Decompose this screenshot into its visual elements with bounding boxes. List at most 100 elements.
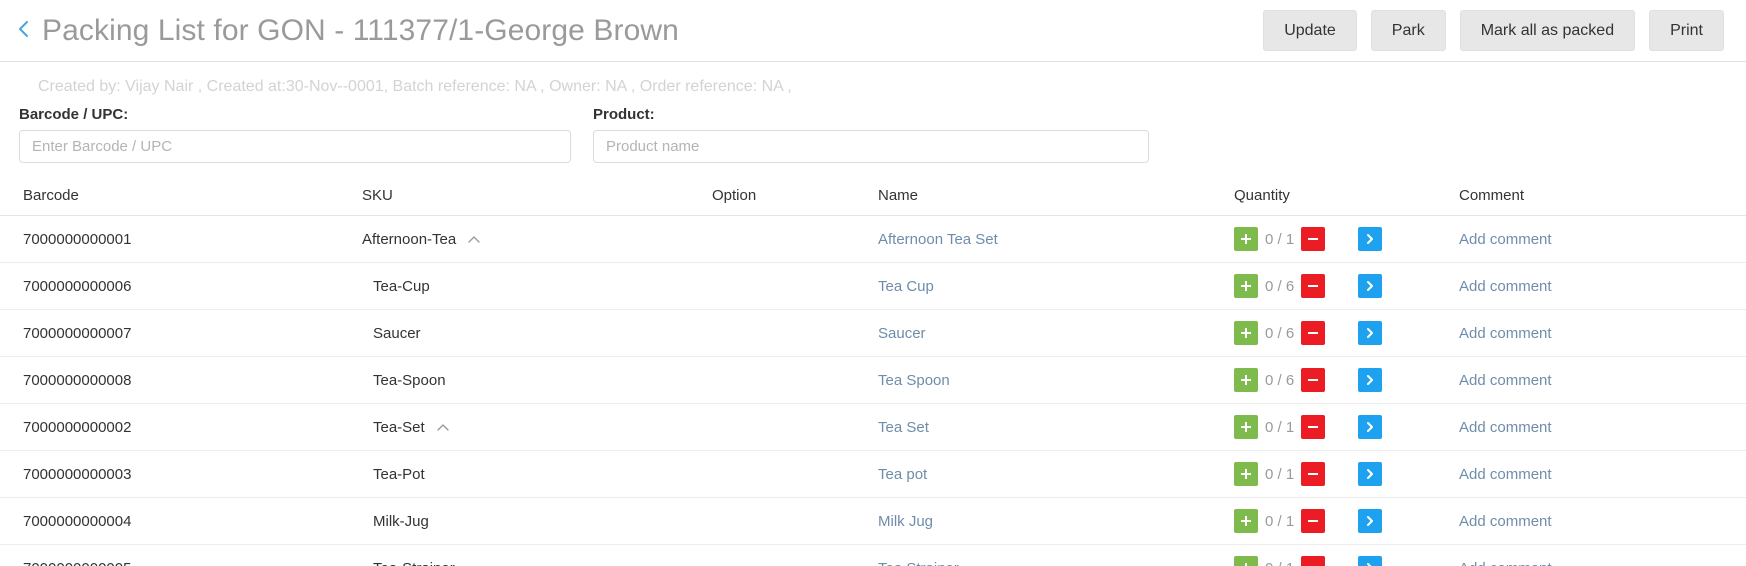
chevron-left-icon[interactable] — [12, 16, 34, 46]
product-name-link[interactable]: Tea Set — [878, 419, 929, 436]
chevron-up-icon[interactable] — [468, 232, 480, 246]
chevron-right-icon[interactable] — [1358, 321, 1383, 345]
column-header-option: Option — [712, 187, 878, 216]
park-button[interactable]: Park — [1370, 9, 1446, 52]
cell-barcode: 7000000000004 — [0, 497, 362, 545]
product-name-link[interactable]: Tea Strainer — [878, 560, 959, 566]
minus-icon[interactable] — [1301, 368, 1326, 392]
cell-sku: Tea-Cup — [362, 262, 712, 310]
chevron-right-icon[interactable] — [1358, 509, 1383, 533]
quantity-value: 0 / 1 — [1265, 230, 1295, 248]
sku-wrapper: Saucer — [362, 325, 712, 342]
product-name-link[interactable]: Saucer — [878, 325, 926, 342]
minus-icon[interactable] — [1301, 556, 1326, 566]
column-header-barcode: Barcode — [0, 187, 362, 216]
product-field-block: Product: — [593, 106, 1149, 163]
table-header-row: Barcode SKU Option Name Quantity Comment — [0, 187, 1746, 216]
add-comment-link[interactable]: Add comment — [1459, 231, 1552, 248]
cell-quantity: 0 / 6 — [1234, 309, 1459, 357]
table-row: 7000000000003 Tea-Pot Tea pot 0 / 1 Add comm… — [0, 450, 1746, 498]
sku-label: Tea-Spoon — [373, 371, 446, 389]
product-name-link[interactable]: Tea pot — [878, 466, 927, 483]
cell-sku: Afternoon-Tea — [362, 215, 712, 263]
plus-icon[interactable] — [1234, 509, 1258, 533]
cell-barcode: 7000000000008 — [0, 356, 362, 404]
table-row: 7000000000008 Tea-Spoon Tea Spoon 0 / 6 Add … — [0, 356, 1746, 404]
plus-icon[interactable] — [1234, 462, 1258, 486]
chevron-up-icon[interactable] — [437, 420, 449, 434]
cell-comment: Add comment — [1459, 356, 1746, 404]
sku-label: Tea-Set — [373, 418, 425, 436]
mark-all-as-packed-button[interactable]: Mark all as packed — [1459, 9, 1636, 52]
product-name-link[interactable]: Afternoon Tea Set — [878, 231, 998, 248]
packing-table-body: 7000000000001 Afternoon-Tea Afternoon Tea … — [0, 215, 1746, 566]
cell-option — [712, 544, 878, 566]
sku-wrapper: Tea-Set — [362, 419, 712, 436]
plus-icon[interactable] — [1234, 321, 1258, 345]
table-row: 7000000000005 Tea-Strainer Tea Strainer 0 /… — [0, 544, 1746, 566]
minus-icon[interactable] — [1301, 509, 1326, 533]
quantity-stepper: 0 / 1 — [1234, 462, 1459, 486]
minus-icon[interactable] — [1301, 274, 1326, 298]
column-header-name: Name — [878, 187, 1234, 216]
cell-sku: Tea-Pot — [362, 450, 712, 498]
add-comment-link[interactable]: Add comment — [1459, 278, 1552, 295]
add-comment-link[interactable]: Add comment — [1459, 372, 1552, 389]
sku-wrapper: Afternoon-Tea — [362, 231, 712, 248]
cell-name: Milk Jug — [878, 497, 1234, 545]
cell-name: Saucer — [878, 309, 1234, 357]
cell-option — [712, 403, 878, 451]
quantity-stepper: 0 / 6 — [1234, 321, 1459, 345]
table-row: 7000000000007 Saucer Saucer 0 / 6 Add commen… — [0, 309, 1746, 357]
sku-label: Saucer — [373, 324, 421, 342]
print-button[interactable]: Print — [1649, 9, 1724, 52]
sku-label: Tea-Cup — [373, 277, 430, 295]
cell-name: Tea Cup — [878, 262, 1234, 310]
minus-icon[interactable] — [1301, 227, 1326, 251]
barcode-input[interactable] — [19, 130, 571, 163]
minus-icon[interactable] — [1301, 462, 1326, 486]
plus-icon[interactable] — [1234, 415, 1258, 439]
quantity-stepper: 0 / 1 — [1234, 556, 1459, 566]
column-header-quantity: Quantity — [1234, 187, 1459, 216]
chevron-right-icon[interactable] — [1358, 462, 1383, 486]
plus-icon[interactable] — [1234, 274, 1258, 298]
cell-barcode: 7000000000001 — [0, 215, 362, 263]
cell-barcode: 7000000000006 — [0, 262, 362, 310]
chevron-right-icon[interactable] — [1358, 556, 1383, 566]
product-label: Product: — [593, 106, 655, 123]
table-row: 7000000000004 Milk-Jug Milk Jug 0 / 1 Add co… — [0, 497, 1746, 545]
add-comment-link[interactable]: Add comment — [1459, 466, 1552, 483]
chevron-right-icon[interactable] — [1358, 274, 1383, 298]
minus-icon[interactable] — [1301, 321, 1326, 345]
barcode-field-block: Barcode / UPC: — [19, 106, 571, 163]
cell-name: Tea Strainer — [878, 544, 1234, 566]
chevron-right-icon[interactable] — [1358, 415, 1383, 439]
quantity-stepper: 0 / 6 — [1234, 274, 1459, 298]
chevron-right-icon[interactable] — [1358, 368, 1383, 392]
add-comment-link[interactable]: Add comment — [1459, 325, 1552, 342]
cell-option — [712, 450, 878, 498]
product-name-link[interactable]: Tea Spoon — [878, 372, 950, 389]
sku-wrapper: Tea-Pot — [362, 466, 712, 483]
cell-sku: Tea-Spoon — [362, 356, 712, 404]
sku-label: Tea-Strainer — [373, 560, 455, 566]
plus-icon[interactable] — [1234, 556, 1258, 566]
cell-option — [712, 215, 878, 263]
add-comment-link[interactable]: Add comment — [1459, 513, 1552, 530]
quantity-stepper: 0 / 6 — [1234, 368, 1459, 392]
cell-barcode: 7000000000005 — [0, 544, 362, 566]
add-comment-link[interactable]: Add comment — [1459, 419, 1552, 436]
table-row: 7000000000001 Afternoon-Tea Afternoon Tea … — [0, 215, 1746, 263]
product-name-link[interactable]: Milk Jug — [878, 513, 933, 530]
product-input[interactable] — [593, 130, 1149, 163]
chevron-right-icon[interactable] — [1358, 227, 1383, 251]
product-name-link[interactable]: Tea Cup — [878, 278, 934, 295]
minus-icon[interactable] — [1301, 415, 1326, 439]
quantity-value: 0 / 1 — [1258, 560, 1301, 566]
cell-comment: Add comment — [1459, 215, 1746, 263]
add-comment-link[interactable]: Add comment — [1459, 560, 1552, 566]
update-button[interactable]: Update — [1263, 9, 1357, 52]
plus-icon[interactable] — [1234, 368, 1258, 392]
plus-icon[interactable] — [1234, 227, 1258, 251]
